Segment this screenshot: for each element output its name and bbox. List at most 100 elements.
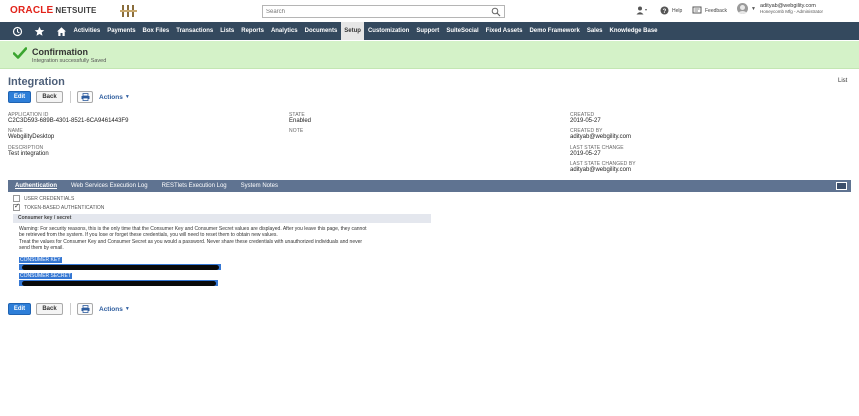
actions-menu[interactable]: Actions ▼ [99,94,130,101]
feedback-link[interactable]: Feedback [692,6,727,15]
nav-documents[interactable]: Documents [301,22,341,40]
warning-line: send them by email. [19,244,64,251]
nav-fixed-assets[interactable]: Fixed Assets [482,22,526,40]
field-value: adityab@webgility.com [570,134,632,140]
help-label: Help [672,7,683,14]
subtab-bar: Authentication Web Services Execution Lo… [8,180,851,192]
user-credentials-label: USER CREDENTIALS [24,195,75,202]
nav-reports[interactable]: Reports [238,22,268,40]
global-search[interactable] [262,5,505,18]
actions-label: Actions [99,305,123,313]
user-credentials-checkbox[interactable] [13,195,20,202]
token-based-checkbox[interactable] [13,202,20,211]
security-warning: Warning: For security reasons, this is t… [19,226,434,251]
user-role: Honeycomb Mfg - Administrator [759,9,823,14]
chevron-down-icon: ▼ [124,94,130,100]
feedback-icon [692,6,702,14]
recent-records-icon[interactable] [8,22,26,40]
nav-activities[interactable]: Activities [70,22,104,40]
back-button[interactable]: Back [36,303,63,315]
logo-oracle-text: ORACLE [10,5,54,16]
description-field: DESCRIPTION Test integration [8,145,49,158]
tab-authentication[interactable]: Authentication [8,180,64,192]
chevron-down-icon: ▼ [124,306,130,312]
main-nav: Activities Payments Box Files Transactio… [0,22,859,40]
actions-label: Actions [99,93,123,101]
tab-system-notes[interactable]: System Notes [234,180,285,192]
recent-records-menu[interactable] [636,6,651,15]
printer-icon [81,93,89,101]
created-field: CREATED 2019-05-27 [570,112,601,125]
field-label: NOTE [289,128,304,134]
nav-box-files[interactable]: Box Files [139,22,173,40]
svg-text:?: ? [663,9,667,15]
feedback-label: Feedback [705,7,727,14]
field-value: 2019-05-27 [570,151,601,157]
nav-customization[interactable]: Customization [364,22,412,40]
last-state-change-field: LAST STATE CHANGE 2019-05-27 [570,145,624,158]
field-value: Enabled [289,118,312,124]
top-button-bar: Edit Back Actions ▼ [8,91,130,103]
help-icon: ? [660,6,669,15]
print-button[interactable] [77,303,93,315]
consumer-secret-label: CONSUMER SECRET [19,273,72,279]
field-value: Test integration [8,151,49,157]
print-button[interactable] [77,91,93,103]
list-link[interactable]: List [838,78,847,84]
company-brand-icon [120,5,137,17]
top-header: ORACLENETSUITE ? Help Feedba [0,0,859,22]
toolbar-divider [70,303,71,315]
state-field: STATE Enabled [289,112,311,125]
consumer-section-header: Consumer key / secret [13,214,431,223]
user-menu[interactable]: ▼ adityab@webgility.com Honeycomb Mfg - … [737,3,823,14]
nav-transactions[interactable]: Transactions [173,22,217,40]
edit-button[interactable]: Edit [8,303,31,315]
edit-button[interactable]: Edit [8,91,31,103]
redaction-bar [22,264,219,270]
nav-support[interactable]: Support [413,22,443,40]
person-history-icon [636,6,647,15]
printer-icon [81,305,89,313]
name-field: NAME WebgilityDesktop [8,128,54,141]
avatar[interactable] [737,3,748,14]
consumer-key-label: CONSUMER KEY [19,257,62,263]
field-value: adityab@webgility.com [570,167,632,173]
confirmation-message: Integration successfully Saved [32,58,107,64]
redaction-bar [22,280,216,286]
logo-netsuite-text: NETSUITE [55,6,97,15]
field-value: WebgilityDesktop [8,134,55,140]
nav-analytics[interactable]: Analytics [267,22,301,40]
created-by-field: CREATED BY adityab@webgility.com [570,128,631,141]
nav-setup[interactable]: Setup [340,22,365,40]
nav-knowledge-base[interactable]: Knowledge Base [606,22,661,40]
field-value: 2019-05-27 [570,118,601,124]
nav-payments[interactable]: Payments [104,22,139,40]
chevron-down-icon[interactable]: ▼ [751,6,756,12]
help-link[interactable]: ? Help [660,6,682,15]
tab-web-services-log[interactable]: Web Services Execution Log [64,180,155,192]
layout-toggle-icon[interactable] [836,182,847,190]
back-button[interactable]: Back [36,91,63,103]
note-field: NOTE [289,128,303,134]
tab-restlets-log[interactable]: RESTlets Execution Log [155,180,234,192]
application-id-field: APPLICATION ID C2C3D593-689B-4301-8521-6… [8,112,128,125]
search-input[interactable] [266,7,486,17]
nav-lists[interactable]: Lists [217,22,238,40]
nav-sales[interactable]: Sales [583,22,606,40]
home-icon[interactable] [52,22,70,40]
nav-demo-framework[interactable]: Demo Framework [526,22,583,40]
page-title: Integration [8,76,65,88]
nav-suitesocial[interactable]: SuiteSocial [443,22,482,40]
confirmation-title: Confirmation [32,47,88,57]
user-credentials-row: USER CREDENTIALS [13,195,74,202]
checkmark-icon [13,47,27,59]
toolbar-divider [70,91,71,103]
actions-menu[interactable]: Actions ▼ [99,306,130,313]
netsuite-logo[interactable]: ORACLE NETSUITE [10,5,97,16]
token-based-label: TOKEN-BASED AUTHENTICATION [24,204,105,211]
confirmation-banner: Confirmation Integration successfully Sa… [0,41,859,69]
token-based-row: TOKEN-BASED AUTHENTICATION [13,202,105,211]
search-icon[interactable] [491,7,501,17]
star-icon[interactable] [30,22,48,40]
field-value: C2C3D593-689B-4301-8521-6CA9461443F9 [8,118,129,124]
